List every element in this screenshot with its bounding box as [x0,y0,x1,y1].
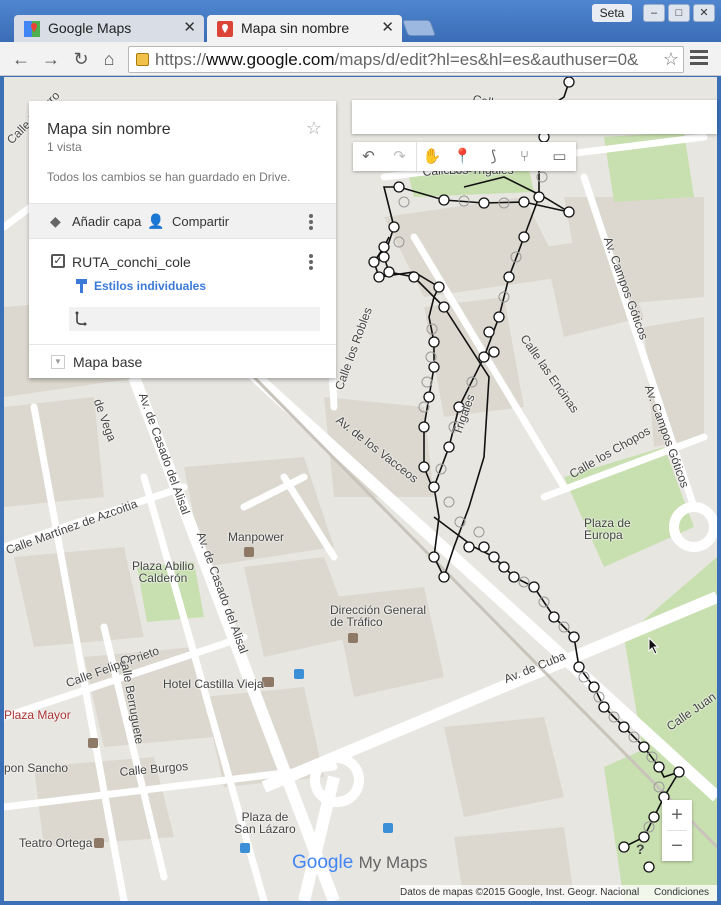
terms-link[interactable]: Condiciones [654,887,709,898]
undo-icon[interactable]: ↶ [353,142,384,171]
tab-label: Google Maps [48,20,132,36]
tab-google-maps[interactable]: Google Maps ✕ [14,15,204,42]
chevron-down-icon[interactable]: ▼ [51,355,65,369]
hand-icon[interactable]: ✋ [416,142,447,171]
star-icon[interactable]: ☆ [663,49,679,70]
tab-label: Mapa sin nombre [241,20,350,36]
tab-mapa-sin-nombre[interactable]: Mapa sin nombre ✕ [207,15,402,42]
reload-icon[interactable]: ↻ [70,48,92,70]
place-label: Plaza de San Lázaro [234,810,296,836]
menu-icon[interactable] [690,50,708,66]
map-title[interactable]: Mapa sin nombre [47,121,171,139]
mouse-cursor-icon [648,637,660,655]
minimize-button[interactable]: – [643,4,665,22]
place-label: Dirección General de Tráfico [330,603,427,629]
zoom-out-button[interactable]: − [662,831,692,861]
place-label: Teatro Ortega [19,836,93,850]
url-path: /maps/d/edit?hl=es&hl=es&authuser=0& [334,50,639,69]
my-maps-favicon-icon [217,21,233,37]
ruler-icon[interactable]: ▭ [544,142,575,171]
place-label: Manpower [228,530,285,544]
star-icon[interactable]: ☆ [306,118,322,139]
styles-link[interactable]: Estilos individuales [94,279,206,293]
map-toolbar: ↶ ↷ ✋ 📍 ⟆ ⑂ ▭ [353,142,576,171]
route-feature-row[interactable] [69,307,320,331]
layer-options-icon[interactable] [309,254,313,272]
close-window-button[interactable]: ✕ [693,4,715,22]
layer-checkbox[interactable]: ✓ [51,254,65,268]
attribution-text: Datos de mapas ©2015 Google, Inst. Geogr… [400,887,640,898]
maximize-button[interactable]: □ [668,4,690,22]
redo-icon[interactable]: ↷ [384,142,415,171]
help-button[interactable]: ? [636,841,645,857]
street-label: pon Sancho [4,761,69,775]
add-person-icon: 👤 [147,213,165,229]
paint-roller-icon [76,279,87,293]
line-icon [75,311,87,326]
home-icon[interactable]: ⌂ [98,48,120,70]
search-input[interactable] [352,100,717,134]
map-attribution: Datos de mapas ©2015 Google, Inst. Geogr… [400,885,717,901]
browser-toolbar: ← → ↻ ⌂ https://www.google.com/maps/d/ed… [0,42,721,76]
zoom-in-button[interactable]: + [662,800,692,830]
profile-button[interactable]: Seta [592,4,632,22]
lock-icon [136,53,149,66]
divider [29,344,336,345]
zoom-controls: + − [662,800,692,861]
directions-icon[interactable]: ⑂ [509,142,540,171]
layers-icon: ◆ [50,213,61,229]
share-button[interactable]: Compartir [172,214,229,229]
url-host: www.google.com [206,50,335,69]
new-tab-button[interactable] [402,20,436,36]
tab-close-icon[interactable]: ✕ [183,18,196,36]
google-maps-favicon-icon [24,21,40,37]
place-label: Plaza Mayor [4,708,71,722]
browser-titlebar: Google Maps ✕ Mapa sin nombre ✕ Seta – □… [0,0,721,42]
tab-close-icon[interactable]: ✕ [381,18,394,36]
place-label: Hotel Castilla Vieja [163,677,264,691]
url-prefix: https:// [155,50,207,69]
marker-icon[interactable]: 📍 [447,142,478,171]
address-bar[interactable]: https://www.google.com/maps/d/edit?hl=es… [128,46,684,73]
back-arrow-icon[interactable]: ← [10,48,32,70]
add-layer-button[interactable]: Añadir capa [72,214,141,229]
map-layers-panel: Mapa sin nombre 1 vista ☆ Todos los camb… [29,101,336,378]
place-label: Plaza de Europa [584,516,631,542]
forward-arrow-icon[interactable]: → [40,48,62,70]
my-maps-logo-text: My Maps [358,853,428,872]
more-options-icon[interactable] [309,214,313,232]
view-count: 1 vista [47,140,82,154]
save-status: Todos los cambios se han guardado en Dri… [47,170,291,184]
place-label: Plaza Abilio Calderón [131,559,195,585]
panel-actions-bar: ◆ Añadir capa 👤 Compartir [29,203,336,239]
layer-name[interactable]: RUTA_conchi_cole [72,254,191,270]
google-logo-text: Google [292,852,354,873]
google-my-maps-logo: Google My Maps [292,852,428,874]
draw-line-icon[interactable]: ⟆ [478,142,509,171]
basemap-label[interactable]: Mapa base [73,354,142,370]
